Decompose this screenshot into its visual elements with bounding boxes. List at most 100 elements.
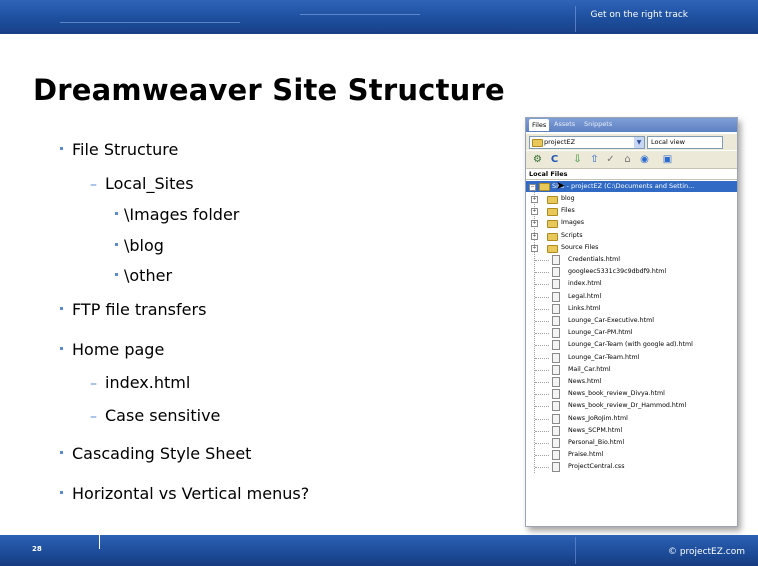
bullet-marker bbox=[60, 347, 63, 350]
slide-title: Dreamweaver Site Structure bbox=[33, 73, 505, 107]
bullet-marker bbox=[115, 243, 118, 246]
tree-connector bbox=[535, 308, 549, 310]
file-icon bbox=[552, 462, 560, 473]
bullet-item: – Case sensitive bbox=[90, 406, 220, 425]
tree-file-row[interactable]: News.html bbox=[526, 376, 737, 388]
tree-connector bbox=[535, 394, 549, 396]
page-number: 28 bbox=[32, 545, 42, 553]
tree-folder-row[interactable]: + blog bbox=[526, 193, 737, 205]
panel-toolbar: ⚙ C ⇩ ⇧ ✓ ⌂ ◉ ▣ bbox=[526, 151, 737, 169]
tree-file-row[interactable]: News_JoRoJim.html bbox=[526, 413, 737, 425]
file-icon bbox=[552, 255, 560, 265]
tree-connector bbox=[535, 296, 549, 298]
tree-file-row[interactable]: Mail_Car.html bbox=[526, 364, 737, 376]
tree-connector bbox=[535, 284, 549, 286]
tree-file-row[interactable]: Credentials.html bbox=[526, 254, 737, 266]
tree-item-label: ProjectCentral.css bbox=[568, 463, 625, 471]
folder-icon bbox=[547, 196, 558, 204]
bullet-item: – index.html bbox=[90, 373, 190, 392]
bullet-marker bbox=[60, 147, 63, 150]
tree-file-row[interactable]: News_book_review_Divya.html bbox=[526, 388, 737, 400]
header-tagline: Get on the right track bbox=[590, 10, 688, 20]
bullet-item: \Images folder bbox=[115, 205, 239, 224]
tree-item-label: index.html bbox=[568, 280, 602, 288]
put-files-icon[interactable]: ⇧ bbox=[588, 153, 601, 166]
expand-icon[interactable]: + bbox=[531, 196, 538, 203]
bullet-text: Local_Sites bbox=[105, 174, 194, 193]
bullet-marker: – bbox=[90, 376, 97, 392]
tree-file-row[interactable]: Lounge_Car-PM.html bbox=[526, 327, 737, 339]
tree-folder-row[interactable]: + Scripts bbox=[526, 230, 737, 242]
bullet-marker bbox=[60, 451, 63, 454]
tree-connector bbox=[535, 260, 549, 261]
site-root-row[interactable]: − Site - projectEZ (C:\Documents and Set… bbox=[526, 180, 737, 192]
folder-icon bbox=[547, 208, 558, 217]
tab-files[interactable]: Files bbox=[529, 119, 550, 131]
expand-panel-icon[interactable]: ▣ bbox=[661, 153, 674, 166]
check-in-icon[interactable]: ⌂ bbox=[621, 153, 634, 166]
tab-snippets[interactable]: Snippets bbox=[584, 120, 612, 128]
tree-file-row[interactable]: Links.html bbox=[526, 303, 737, 315]
expand-icon[interactable]: + bbox=[531, 244, 538, 252]
tree-folder-row[interactable]: + Source Files bbox=[526, 242, 737, 254]
tree-connector bbox=[535, 369, 549, 371]
tree-item-label: Lounge_Car-Team.html bbox=[568, 353, 640, 361]
expand-icon[interactable]: + bbox=[531, 220, 538, 228]
check-out-icon[interactable]: ✓ bbox=[604, 153, 617, 166]
tree-item-label: News_book_review_Dr_Hammod.html bbox=[568, 402, 687, 410]
file-icon bbox=[552, 364, 560, 375]
expand-icon[interactable]: + bbox=[531, 232, 538, 240]
tree-connector bbox=[535, 321, 549, 322]
site-selector-row: projectEZ ▼ Local view bbox=[526, 134, 737, 150]
collapse-icon[interactable]: − bbox=[529, 184, 536, 191]
tree-file-row[interactable]: Lounge_Car-Executive.html bbox=[526, 315, 737, 327]
bullet-marker bbox=[60, 491, 63, 494]
bullet-text: index.html bbox=[105, 373, 191, 392]
tree-item-label: Images bbox=[561, 219, 585, 227]
footer-bar: 28 © projectEZ.com bbox=[0, 529, 758, 566]
tree-connector bbox=[535, 333, 549, 335]
bullet-item: – Local_Sites bbox=[90, 174, 194, 193]
header-decoration bbox=[60, 22, 240, 23]
refresh-icon[interactable]: C bbox=[548, 153, 561, 166]
bullet-item: FTP file transfers bbox=[60, 300, 206, 319]
tree-file-row[interactable]: Personal_Bio.html bbox=[526, 437, 737, 449]
tree-item-label: Scripts bbox=[561, 231, 583, 239]
header-divider bbox=[575, 6, 576, 32]
file-icon bbox=[552, 389, 560, 400]
footer-divider bbox=[575, 537, 576, 564]
view-select[interactable]: Local view bbox=[647, 136, 723, 149]
tree-file-row[interactable]: index.html bbox=[526, 278, 737, 290]
connect-icon[interactable]: ⚙ bbox=[531, 153, 544, 166]
tree-folder-row[interactable]: + Images bbox=[526, 217, 737, 229]
file-icon bbox=[552, 316, 560, 326]
tree-item-label: News_book_review_Divya.html bbox=[568, 390, 665, 398]
tree-file-row[interactable]: Lounge_Car-Team.html bbox=[526, 352, 737, 364]
tree-file-row[interactable]: Lounge_Car-Team (with google ad).html bbox=[526, 339, 737, 351]
tree-item-label: Files bbox=[561, 207, 575, 215]
file-icon bbox=[552, 279, 560, 290]
bullet-text: File Structure bbox=[72, 140, 179, 159]
chevron-down-icon[interactable]: ▼ bbox=[634, 137, 644, 148]
tree-file-row[interactable]: News_book_review_Dr_Hammod.html bbox=[526, 400, 737, 412]
tree-file-row[interactable]: Praise.html bbox=[526, 449, 737, 461]
bullet-marker bbox=[60, 307, 63, 310]
tab-assets[interactable]: Assets bbox=[554, 120, 575, 128]
tree-folder-row[interactable]: + Files bbox=[526, 205, 737, 217]
tree-file-row[interactable]: ProjectCentral.css bbox=[526, 461, 737, 473]
tree-connector bbox=[535, 406, 549, 408]
tree-item-label: Lounge_Car-Team (with google ad).html bbox=[568, 341, 693, 349]
tree-file-row[interactable]: News_SCPM.html bbox=[526, 425, 737, 437]
site-select[interactable]: projectEZ ▼ bbox=[529, 136, 645, 149]
tree-file-row[interactable]: googleec5331c39c9dbdf9.html bbox=[526, 266, 737, 278]
file-icon bbox=[552, 377, 560, 387]
expand-icon[interactable]: + bbox=[531, 208, 538, 216]
sync-icon[interactable]: ◉ bbox=[638, 153, 651, 166]
tree-file-row[interactable]: Legal.html bbox=[526, 291, 737, 303]
tree-item-label: Links.html bbox=[568, 304, 601, 312]
get-files-icon[interactable]: ⇩ bbox=[571, 153, 584, 166]
file-icon bbox=[552, 352, 560, 363]
site-select-value: projectEZ bbox=[544, 138, 576, 146]
folder-icon bbox=[547, 244, 558, 253]
file-icon bbox=[552, 450, 560, 461]
